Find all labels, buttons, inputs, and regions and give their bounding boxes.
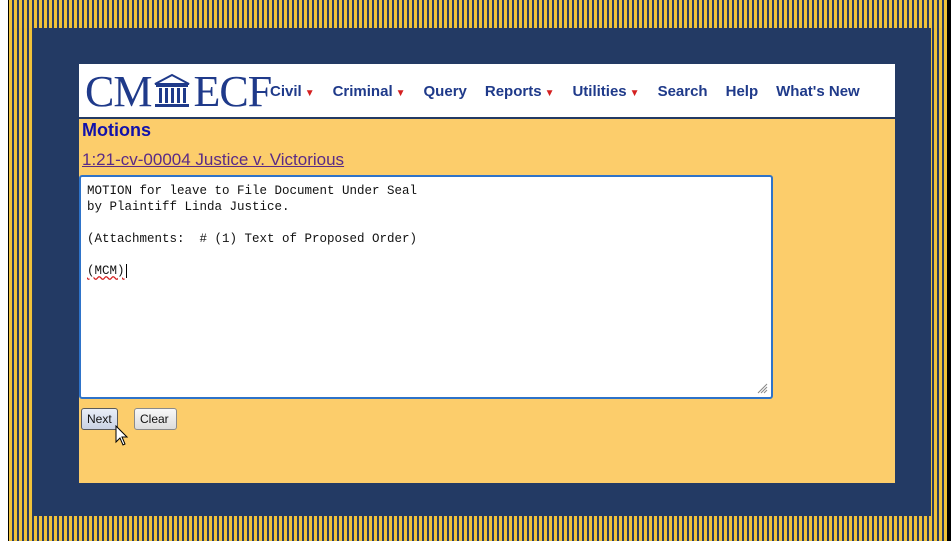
cmecf-logo[interactable]: CM ECF	[85, 66, 272, 116]
dropdown-caret-icon: ▼	[304, 87, 315, 99]
menu-query-label: Query	[423, 82, 467, 100]
menu-reports-label: Reports	[484, 82, 542, 100]
logo-text-left: CM	[85, 66, 152, 116]
menu-criminal[interactable]: Criminal ▼	[333, 83, 406, 100]
resize-handle-icon[interactable]	[757, 383, 768, 394]
menu-search-label: Search	[657, 82, 708, 100]
menu-help[interactable]: Help	[726, 83, 759, 100]
right-frame-edge	[947, 0, 951, 541]
main-menu: Civil ▼ Criminal ▼ Query Reports ▼ Utilitie…	[270, 79, 878, 103]
text-cursor	[125, 263, 127, 278]
menu-criminal-label: Criminal	[332, 82, 393, 100]
docket-text-area[interactable]: MOTION for leave to File Document Under …	[79, 175, 773, 399]
docket-text-last-line: (MCM)	[87, 263, 771, 279]
docket-text-line	[87, 215, 771, 231]
spellcheck-word: (MCM)	[87, 264, 125, 278]
menu-help-label: Help	[725, 82, 759, 100]
case-link[interactable]: 1:21-cv-00004 Justice v. Victorious	[82, 150, 344, 170]
menu-reports[interactable]: Reports ▼	[485, 83, 555, 100]
dropdown-caret-icon: ▼	[395, 87, 406, 99]
menu-utilities[interactable]: Utilities ▼	[572, 83, 639, 100]
left-frame-edge	[0, 0, 9, 541]
menu-whats-new-label: What's New	[776, 82, 860, 100]
menu-civil[interactable]: Civil ▼	[270, 83, 315, 100]
docket-text-line	[87, 247, 771, 263]
menu-utilities-label: Utilities	[572, 82, 627, 100]
menu-civil-label: Civil	[270, 82, 302, 100]
dropdown-caret-icon: ▼	[544, 87, 555, 99]
top-navigation-bar: CM ECF Civil ▼ Criminal ▼ Query Reports ▼ U…	[79, 64, 895, 119]
next-button[interactable]: Next	[81, 408, 118, 430]
menu-search[interactable]: Search	[658, 83, 708, 100]
clear-button[interactable]: Clear	[134, 408, 177, 430]
courthouse-icon	[155, 73, 190, 107]
menu-whats-new[interactable]: What's New	[776, 83, 860, 100]
docket-text-line: (Attachments: # (1) Text of Proposed Ord…	[87, 232, 418, 246]
dropdown-caret-icon: ▼	[629, 87, 640, 99]
mouse-pointer-icon	[115, 425, 129, 446]
logo-text-right: ECF	[193, 66, 272, 116]
docket-text-line: by Plaintiff Linda Justice.	[87, 200, 290, 214]
page-title: Motions	[82, 120, 151, 140]
docket-text-line: MOTION for leave to File Document Under …	[87, 184, 418, 198]
menu-query[interactable]: Query	[424, 83, 467, 100]
cmecf-page: CM ECF Civil ▼ Criminal ▼ Query Reports ▼ U…	[79, 64, 895, 483]
